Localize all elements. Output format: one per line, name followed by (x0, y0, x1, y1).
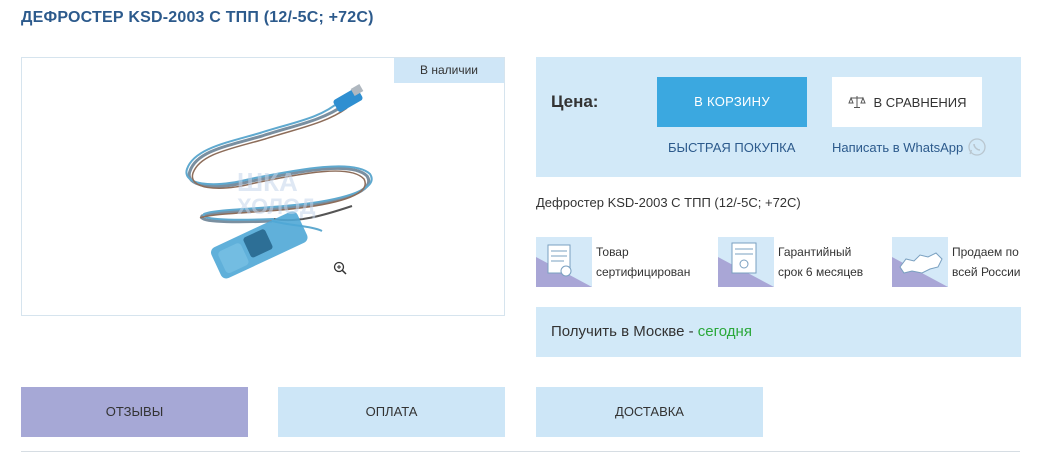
delivery-today: сегодня (697, 323, 752, 340)
product-image[interactable]: ШКА ХОЛОД (152, 58, 382, 313)
feature-russia-delivery: Продаем по всей России (892, 237, 1021, 287)
whatsapp-icon (968, 138, 986, 156)
delivery-note: Получить в Москве - сегодня (536, 307, 1021, 357)
quick-buy-link[interactable]: БЫСТРАЯ ПОКУПКА (668, 140, 795, 155)
zoom-icon[interactable] (333, 261, 347, 275)
whatsapp-label: Написать в WhatsApp (832, 139, 964, 155)
add-to-compare-button[interactable]: В СРАВНЕНИЯ (832, 77, 982, 127)
tab-payment[interactable]: ОПЛАТА (278, 387, 505, 437)
feature-label-line2: всей России (952, 265, 1021, 279)
feature-certified: Товар сертифицирован (536, 237, 690, 287)
price-label: Цена: (551, 92, 599, 111)
compare-label: В СРАВНЕНИЯ (873, 94, 967, 110)
product-title: ДЕФРОСТЕР KSD-2003 С ТПП (12/-5С; +72С) (21, 9, 374, 26)
warranty-icon (718, 237, 774, 287)
tab-reviews[interactable]: ОТЗЫВЫ (21, 387, 248, 437)
certificate-icon (536, 237, 592, 287)
feature-label-line1: Гарантийный (778, 245, 852, 259)
feature-label-line2: срок 6 месяцев (778, 265, 864, 279)
delivery-note-prefix: Получить в Москве - (551, 323, 698, 340)
stock-badge: В наличии (394, 58, 504, 83)
watermark-text-line2: ХОЛОД (237, 194, 316, 219)
scales-icon (847, 96, 866, 108)
tab-delivery[interactable]: ДОСТАВКА (536, 387, 763, 437)
feature-warranty: Гарантийный срок 6 месяцев (718, 237, 863, 287)
feature-label-line1: Товар (596, 245, 629, 259)
watermark-text-line1: ШКА (237, 167, 298, 197)
whatsapp-link[interactable]: Написать в WhatsApp (832, 137, 987, 157)
price-panel: Цена: В КОРЗИНУ В СРАВНЕНИЯ БЫСТРАЯ ПОКУ… (536, 57, 1021, 177)
product-description: Дефростер KSD-2003 С ТПП (12/-5С; +72С) (536, 195, 801, 210)
product-image-card[interactable]: В наличии ШКА ХОЛОД (21, 57, 505, 316)
russia-map-icon (892, 237, 948, 287)
feature-label-line2: сертифицирован (596, 265, 691, 279)
divider (21, 451, 1020, 452)
feature-label-line1: Продаем по (952, 245, 1019, 259)
add-to-cart-button[interactable]: В КОРЗИНУ (657, 77, 807, 127)
